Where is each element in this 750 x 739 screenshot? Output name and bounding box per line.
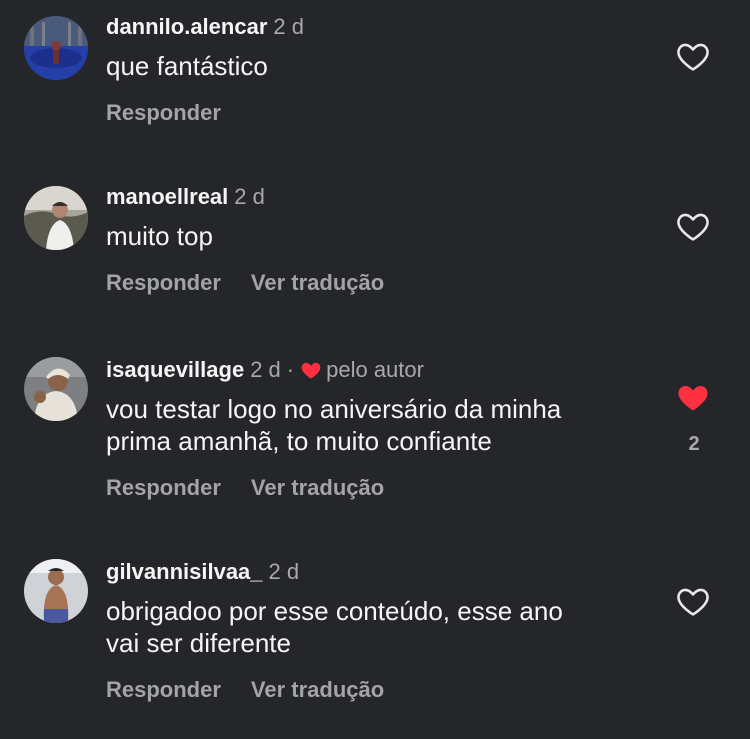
comment-text: que fantástico <box>106 50 268 82</box>
comment-text: vou testar logo no aniversário da minha … <box>106 393 561 457</box>
comment-header: gilvannisilvaa_ 2 d <box>106 557 299 587</box>
like-button[interactable] <box>676 585 712 619</box>
reply-button[interactable]: Responder <box>106 100 221 125</box>
timestamp: 2 d <box>268 559 300 584</box>
comment-text-line: que fantástico <box>106 51 268 81</box>
translate-button[interactable]: Ver tradução <box>251 677 384 702</box>
heart-filled-icon <box>300 358 322 388</box>
username[interactable]: isaquevillage <box>106 357 244 382</box>
like-count: 2 <box>688 433 700 455</box>
reply-button[interactable]: Responder <box>106 270 221 295</box>
username[interactable]: manoellreal <box>106 184 228 209</box>
comment-text-line: prima amanhã, to muito confiante <box>106 426 492 456</box>
timestamp: 2 d <box>250 357 281 382</box>
reply-button[interactable]: Responder <box>106 677 221 702</box>
comment-actions: Responder <box>106 98 221 128</box>
username[interactable]: gilvannisilvaa_ <box>106 559 263 584</box>
avatar[interactable] <box>24 16 88 80</box>
reply-button[interactable]: Responder <box>106 475 221 500</box>
comment-text: muito top <box>106 220 213 252</box>
heart-outline-icon <box>677 588 709 616</box>
comment-text: obrigadoo por esse conteúdo, esse ano va… <box>106 595 563 659</box>
translate-button[interactable]: Ver tradução <box>251 270 384 295</box>
comment-actions: Responder Ver tradução <box>106 268 384 298</box>
like-button[interactable] <box>676 381 712 415</box>
timestamp: 2 d <box>273 14 304 39</box>
timestamp: 2 d <box>234 184 265 209</box>
comment-header: isaquevillage 2 d · pelo autor <box>106 355 424 388</box>
comment-actions: Responder Ver tradução <box>106 675 384 705</box>
heart-outline-icon <box>677 43 709 71</box>
comment-header: dannilo.alencar 2 d <box>106 12 304 42</box>
avatar[interactable] <box>24 357 88 421</box>
username[interactable]: dannilo.alencar <box>106 14 267 39</box>
author-liked-label: pelo autor <box>326 357 424 382</box>
comment-text-line: vai ser diferente <box>106 628 291 658</box>
like-button[interactable] <box>676 40 712 74</box>
comment-header: manoellreal 2 d <box>106 182 265 212</box>
heart-outline-icon <box>677 213 709 241</box>
comment-text-line: obrigadoo por esse conteúdo, esse ano <box>106 596 563 626</box>
heart-filled-icon <box>678 385 708 411</box>
avatar[interactable] <box>24 186 88 250</box>
avatar[interactable] <box>24 559 88 623</box>
comment-actions: Responder Ver tradução <box>106 473 384 503</box>
comment-text-line: vou testar logo no aniversário da minha <box>106 394 562 424</box>
comment-text-line: muito top <box>106 221 213 251</box>
like-button[interactable] <box>676 210 712 244</box>
translate-button[interactable]: Ver tradução <box>251 475 384 500</box>
separator: · <box>286 357 295 382</box>
